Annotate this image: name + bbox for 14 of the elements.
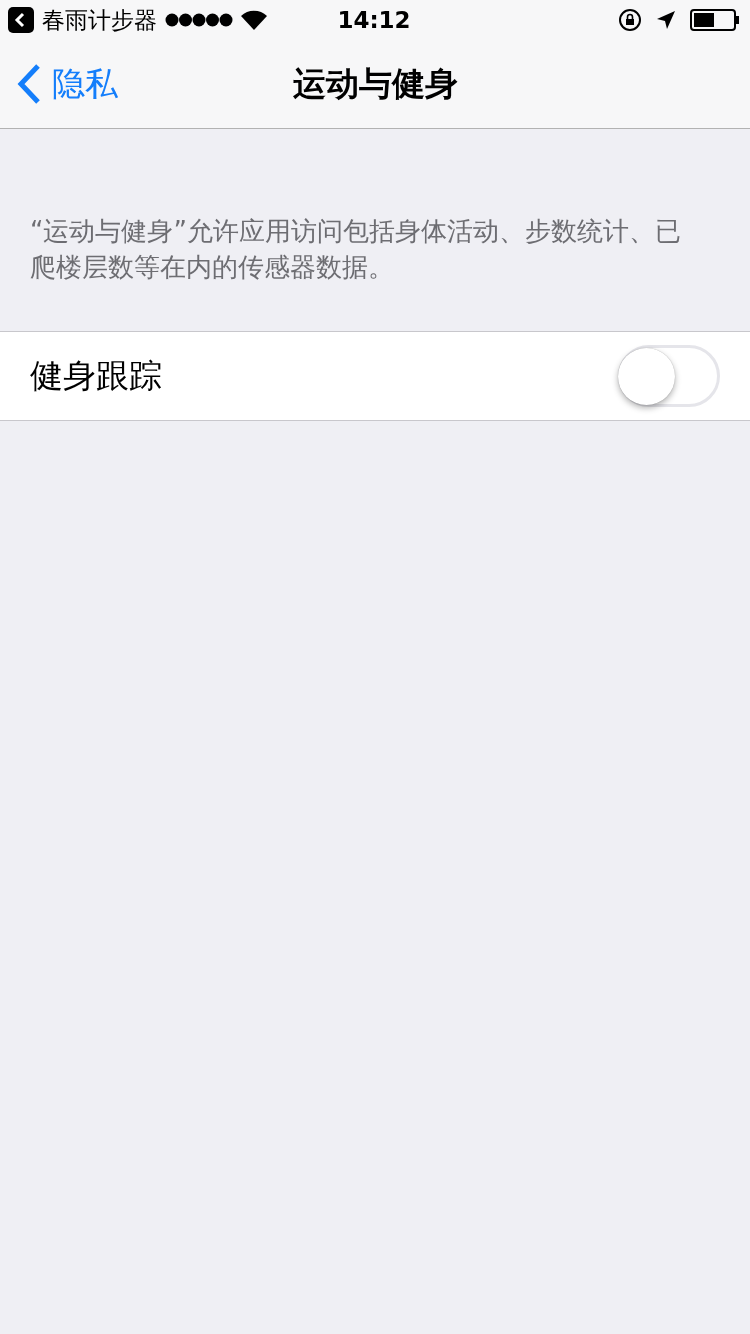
toggle-switch[interactable] (618, 345, 720, 407)
setting-label: 健身跟踪 (30, 354, 162, 397)
rotation-lock-icon (618, 8, 642, 32)
status-time: 14:12 (337, 7, 411, 33)
page-title: 运动与健身 (292, 63, 458, 103)
back-app-icon[interactable] (8, 7, 34, 33)
battery-icon (690, 9, 740, 31)
chevron-left-icon (16, 63, 42, 105)
wifi-icon (241, 10, 267, 30)
location-arrow-icon (656, 10, 676, 30)
back-button[interactable]: 隐私 (0, 61, 118, 107)
back-app-label[interactable]: 春雨计步器 (42, 4, 157, 36)
description-text: “运动与健身”允许应用访问包括身体活动、步数统计、已爬楼层数等在内的传感器数据。 (29, 215, 682, 284)
signal-icon (165, 13, 233, 27)
